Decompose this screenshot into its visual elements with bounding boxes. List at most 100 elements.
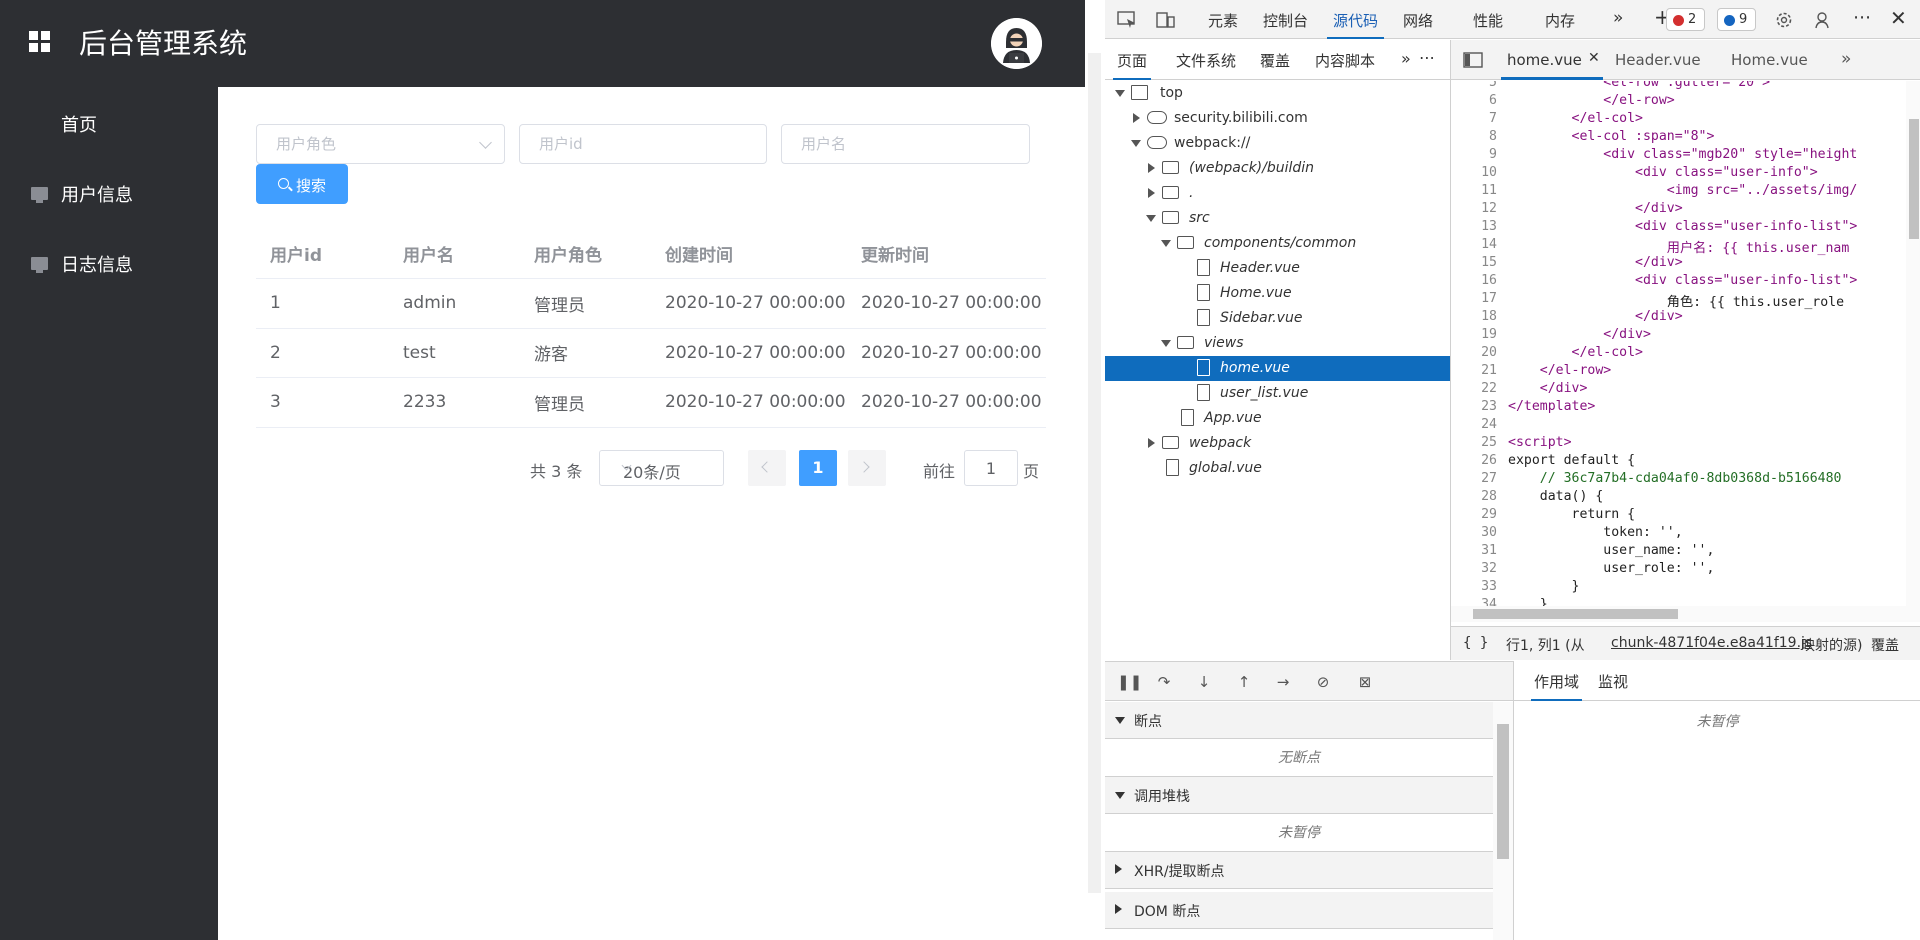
tree-item-file[interactable]: user_list.vue [1105,381,1450,406]
tree-item-top[interactable]: top [1105,81,1450,106]
avatar[interactable] [991,18,1042,69]
sidebar-item-home[interactable]: 首页 [0,95,218,151]
line-number[interactable]: 24 [1451,417,1497,432]
tree-item-folder[interactable]: webpack [1105,431,1450,456]
line-number[interactable]: 25 [1451,435,1497,450]
sidebar-scrollbar[interactable] [1493,702,1513,940]
scrollbar-thumb[interactable] [1909,119,1919,239]
line-number[interactable]: 8 [1451,129,1497,144]
tree-item-folder[interactable]: . [1105,181,1450,206]
scrollbar-track[interactable] [1088,53,1101,893]
more-options-icon[interactable]: ⋯ [1853,7,1871,28]
tab-network[interactable]: 网络 [1403,10,1433,31]
tree-item-file[interactable]: Header.vue [1105,256,1450,281]
tab-sources[interactable]: 源代码 [1326,10,1385,39]
close-icon[interactable]: ✕ [1588,50,1600,66]
line-number[interactable]: 16 [1451,273,1497,288]
more-tabs-icon[interactable]: » [1401,49,1411,68]
goto-page-field[interactable] [964,450,1018,486]
tab-scope[interactable]: 作用域 [1530,671,1583,701]
tree-item-folder[interactable]: (webpack)/buildin [1105,156,1450,181]
gear-icon[interactable] [1774,10,1794,30]
line-number[interactable]: 15 [1451,255,1497,270]
editor-tab-home-vue-2[interactable]: Home.vue [1731,51,1808,69]
more-tabs-icon[interactable]: » [1841,49,1851,69]
line-number[interactable]: 20 [1451,345,1497,360]
pause-on-exceptions-icon[interactable]: ⊠ [1357,674,1373,690]
tab-content-scripts[interactable]: 内容脚本 [1315,50,1375,71]
menu-grid-icon[interactable] [29,31,51,53]
next-page-button[interactable] [848,450,886,486]
username-field[interactable] [781,124,1030,164]
pretty-print-button[interactable]: { } [1463,635,1488,651]
user-id-input[interactable] [520,125,766,163]
tree-item-file-selected[interactable]: home.vue [1105,356,1450,381]
device-toggle-icon[interactable] [1156,10,1176,30]
line-number[interactable]: 33 [1451,579,1497,594]
feedback-icon[interactable] [1814,10,1834,30]
section-dom-breakpoints[interactable]: DOM 断点 [1105,892,1493,929]
line-number[interactable]: 26 [1451,453,1497,468]
line-number[interactable]: 30 [1451,525,1497,540]
line-number[interactable]: 28 [1451,489,1497,504]
page-scrollbar[interactable] [1085,0,1105,940]
line-number[interactable]: 14 [1451,237,1497,252]
line-number[interactable]: 7 [1451,111,1497,126]
sidebar-item-user-info[interactable]: 用户信息 [0,165,218,221]
tab-memory[interactable]: 内存 [1545,10,1575,31]
line-number[interactable]: 12 [1451,201,1497,216]
pause-icon[interactable]: ❚❚ [1117,674,1142,690]
tab-console[interactable]: 控制台 [1263,10,1308,31]
page-number-current[interactable]: 1 [799,450,837,486]
tab-elements[interactable]: 元素 [1208,10,1238,31]
line-number[interactable]: 10 [1451,165,1497,180]
tab-performance[interactable]: 性能 [1473,10,1503,31]
message-badge[interactable]: 9 [1717,8,1756,31]
search-button[interactable]: 搜索 [256,164,348,204]
source-map-link[interactable]: chunk-4871f04e.e8a41f19.js [1611,635,1812,651]
tree-item-file[interactable]: App.vue [1105,406,1450,431]
section-breakpoints[interactable]: 断点 [1105,702,1493,739]
page-size-select[interactable]: 20条/页 [599,450,724,486]
line-number[interactable]: 21 [1451,363,1497,378]
step-into-icon[interactable]: ↓ [1196,674,1212,690]
tab-overrides[interactable]: 覆盖 [1260,50,1290,71]
tab-watch[interactable]: 监视 [1598,671,1628,692]
goto-page-input[interactable] [965,451,1017,485]
step-over-icon[interactable]: ↷ [1156,674,1172,690]
section-call-stack[interactable]: 调用堆栈 [1105,777,1493,814]
code-editor[interactable]: 5 <el-row :gutter="20"> 6 </el-row> 7 </el… [1451,81,1906,606]
line-number[interactable]: 13 [1451,219,1497,234]
line-number[interactable]: 18 [1451,309,1497,324]
more-tabs-icon[interactable]: » [1613,8,1623,28]
tree-item-file[interactable]: global.vue [1105,456,1450,481]
tree-item-file[interactable]: Home.vue [1105,281,1450,306]
coverage-label[interactable]: 覆盖 [1871,635,1899,655]
prev-page-button[interactable] [748,450,786,486]
tree-item-webpack-root[interactable]: webpack:// [1105,131,1450,156]
line-number[interactable]: 6 [1451,93,1497,108]
role-select-input[interactable] [257,125,504,163]
error-badge[interactable]: 2 [1666,8,1705,31]
line-number[interactable]: 23 [1451,399,1497,414]
tree-item-folder[interactable]: src [1105,206,1450,231]
step-out-icon[interactable]: ↑ [1236,674,1252,690]
scrollbar-thumb[interactable] [1473,609,1678,619]
username-input[interactable] [782,125,1029,163]
tab-filesystem[interactable]: 文件系统 [1176,50,1236,71]
tree-item-folder[interactable]: views [1105,331,1450,356]
line-number[interactable]: 9 [1451,147,1497,162]
sidebar-item-log-info[interactable]: 日志信息 [0,235,218,291]
line-number[interactable]: 17 [1451,291,1497,306]
toggle-navigator-icon[interactable] [1463,52,1483,68]
editor-vertical-scrollbar[interactable] [1906,81,1920,606]
line-number[interactable]: 27 [1451,471,1497,486]
line-number[interactable]: 22 [1451,381,1497,396]
line-number[interactable]: 29 [1451,507,1497,522]
editor-horizontal-scrollbar[interactable] [1451,606,1920,622]
step-icon[interactable]: → [1275,674,1291,690]
line-number[interactable]: 5 [1451,81,1497,90]
scrollbar-thumb[interactable] [1497,724,1509,859]
inspect-icon[interactable] [1117,10,1137,30]
tree-item-folder[interactable]: components/common [1105,231,1450,256]
